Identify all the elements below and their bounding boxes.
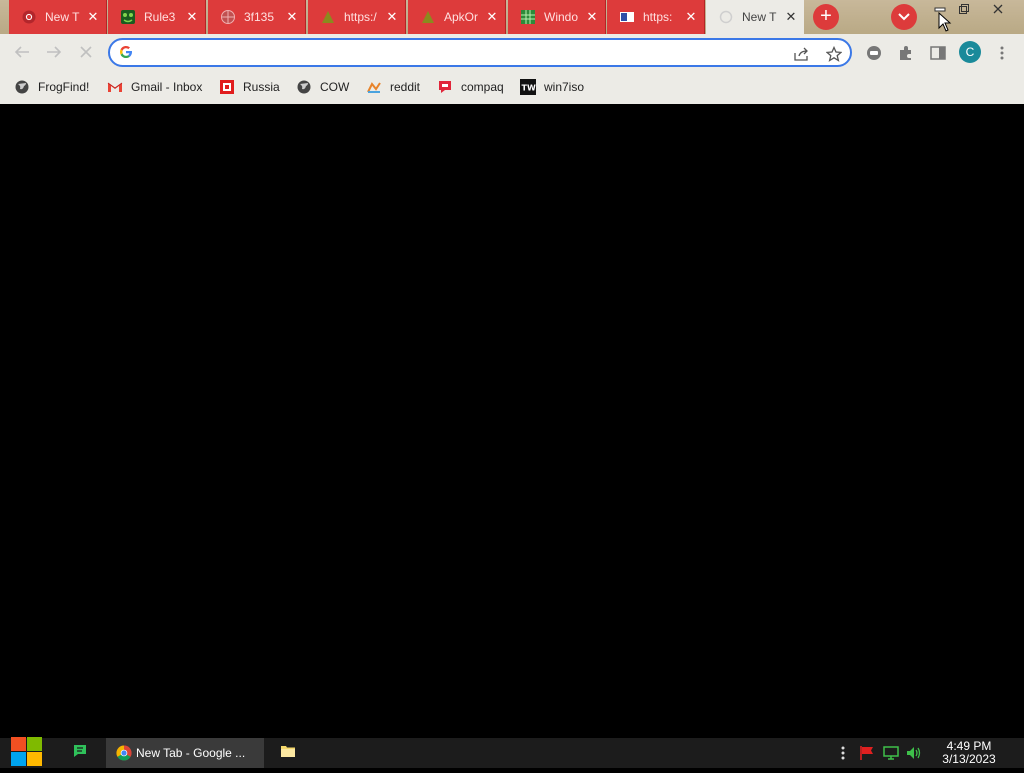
- bookmark-label: win7iso: [544, 80, 585, 94]
- tw-icon: TW: [520, 79, 536, 95]
- bookmark-compaq[interactable]: compaq: [437, 78, 504, 96]
- restore-icon: [959, 4, 969, 14]
- tab-title: New T: [742, 10, 777, 24]
- page-content: [0, 104, 1024, 738]
- triangle-icon: [420, 9, 436, 25]
- tab-close-icon[interactable]: ✕: [84, 9, 102, 25]
- globe-icon: [296, 79, 312, 95]
- svg-text:TW: TW: [522, 84, 536, 93]
- tab-close-icon[interactable]: ✕: [583, 9, 601, 25]
- share-icon[interactable]: [793, 45, 811, 63]
- action-center-flag-icon[interactable]: [858, 744, 876, 762]
- maximize-button[interactable]: [950, 0, 978, 18]
- volume-icon[interactable]: [905, 744, 923, 762]
- taskbar-window-title: New Tab - Google ...: [136, 746, 246, 760]
- profile-avatar[interactable]: C: [959, 41, 981, 63]
- close-icon: [80, 46, 92, 58]
- tab-title: Windo: [544, 10, 579, 24]
- tab-close-icon[interactable]: ✕: [383, 9, 401, 25]
- taskbar-chrome-window[interactable]: New Tab - Google ...: [106, 738, 264, 768]
- tab-title: https:/: [344, 10, 377, 24]
- close-button[interactable]: [984, 0, 1012, 18]
- tab-close-icon[interactable]: ✕: [782, 9, 800, 25]
- google-g-icon: [119, 45, 133, 64]
- clock-date: 3/13/2023: [942, 752, 996, 766]
- chevron-down-icon: [898, 8, 910, 26]
- tab-close-icon[interactable]: ✕: [183, 9, 201, 25]
- url-input[interactable]: [140, 43, 780, 63]
- tab-close-icon[interactable]: ✕: [682, 9, 700, 25]
- bookmark-frogfind[interactable]: FrogFind!: [14, 78, 89, 96]
- tab-strip: New T ✕ Rule3 ✕ 3f135 ✕ https:/ ✕ ApkOr …: [0, 0, 1024, 34]
- forward-button[interactable]: [42, 40, 66, 64]
- bookmark-label: compaq: [461, 80, 504, 94]
- bookmark-label: Russia: [243, 80, 280, 94]
- tab-title: New T: [45, 10, 80, 24]
- loading-icon: [718, 9, 734, 25]
- tab-3[interactable]: 3f135 ✕: [208, 0, 306, 34]
- bookmarks-bar: FrogFind! Gmail - Inbox Russia COW reddi…: [0, 70, 1024, 104]
- puzzle-icon[interactable]: [896, 43, 916, 63]
- blue-square-icon: [619, 9, 635, 25]
- tab-close-icon[interactable]: ✕: [283, 9, 301, 25]
- overflow-more-icon[interactable]: [834, 744, 852, 762]
- grid-icon: [520, 9, 536, 25]
- more-vertical-icon[interactable]: [992, 43, 1012, 63]
- tab-title: Rule3: [144, 10, 176, 24]
- arrow-right-icon: [47, 46, 62, 58]
- bookmark-reddit[interactable]: reddit: [366, 78, 420, 96]
- bookmark-label: COW: [320, 80, 350, 94]
- frog-icon: [120, 9, 136, 25]
- chat-bubble-icon: [72, 743, 88, 764]
- chrome-icon: [116, 745, 132, 761]
- taskbar-file-explorer[interactable]: [280, 738, 298, 768]
- tab-title: 3f135: [244, 10, 275, 24]
- tab-7[interactable]: https: ✕: [607, 0, 705, 34]
- close-icon: [993, 4, 1003, 14]
- gmail-icon: [107, 79, 123, 95]
- triangle-icon: [320, 9, 336, 25]
- folder-icon: [280, 744, 296, 763]
- network-icon[interactable]: [882, 744, 900, 762]
- reddit-icon: [366, 79, 382, 95]
- back-button[interactable]: [10, 40, 34, 64]
- bookmark-win7iso[interactable]: TW win7iso: [520, 78, 584, 96]
- start-button[interactable]: [10, 736, 44, 768]
- tab-title: https:: [643, 10, 673, 24]
- bookmark-russia[interactable]: Russia: [219, 78, 280, 96]
- arrow-left-icon: [14, 46, 29, 58]
- tab-6[interactable]: Windo ✕: [508, 0, 606, 34]
- tab-search-button[interactable]: [891, 4, 917, 30]
- tab-close-icon[interactable]: ✕: [483, 9, 501, 25]
- bookmark-label: FrogFind!: [38, 80, 90, 94]
- address-bar[interactable]: [108, 38, 852, 67]
- tab-4[interactable]: https:/ ✕: [308, 0, 406, 34]
- chrome-icon: [21, 9, 37, 25]
- extension-icon[interactable]: [864, 43, 884, 63]
- new-tab-button[interactable]: +: [813, 4, 839, 30]
- bookmark-gmail[interactable]: Gmail - Inbox: [107, 78, 202, 96]
- tab-5[interactable]: ApkOr ✕: [408, 0, 506, 34]
- tab-title: ApkOr: [444, 10, 479, 24]
- windows-logo-icon: [11, 737, 42, 766]
- bookmark-star-icon[interactable]: [825, 45, 843, 63]
- taskbar-app-pinned[interactable]: [72, 738, 92, 768]
- globe-icon: [220, 9, 236, 25]
- red-app-icon: [219, 79, 235, 95]
- tab-8-active[interactable]: New T ✕: [706, 0, 804, 34]
- tab-1[interactable]: New T ✕: [9, 0, 107, 34]
- taskbar-clock[interactable]: 4:49 PM 3/13/2023: [930, 740, 1008, 766]
- stop-button[interactable]: [74, 40, 98, 64]
- compaq-icon: [437, 79, 453, 95]
- bookmark-cow[interactable]: COW: [296, 78, 349, 96]
- tab-2[interactable]: Rule3 ✕: [108, 0, 206, 34]
- bookmark-label: Gmail - Inbox: [131, 80, 203, 94]
- bookmark-label: reddit: [390, 80, 421, 94]
- side-panel-icon[interactable]: [928, 43, 948, 63]
- globe-icon: [14, 79, 30, 95]
